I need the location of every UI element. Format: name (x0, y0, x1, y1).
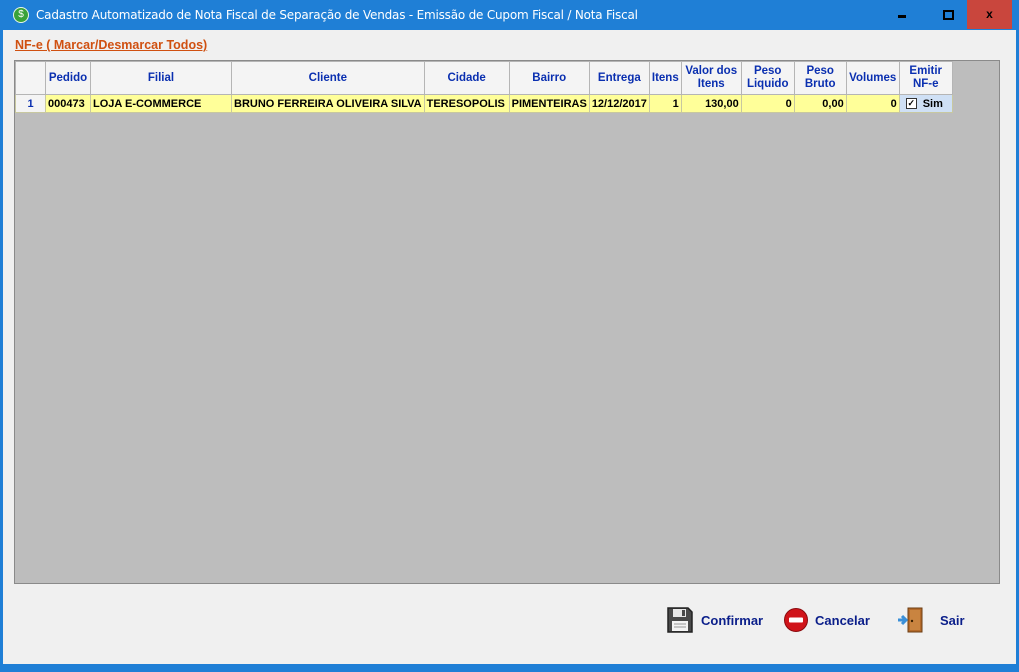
cancel-label: celar (839, 612, 870, 628)
cell-valor[interactable]: 130,00 (680, 94, 742, 113)
no-entry-icon (784, 608, 808, 632)
cell-itens[interactable]: 1 (648, 94, 682, 113)
cancel-label-pre: Ca (815, 612, 832, 628)
col-header-peso-bruto[interactable]: Peso Bruto (793, 61, 847, 95)
cell-cidade[interactable]: TERESOPOLIS (423, 94, 510, 113)
toggle-all-nfe-link[interactable]: NF-e ( Marcar/Desmarcar Todos) (15, 38, 207, 52)
cell-peso-liquido[interactable]: 0 (740, 94, 795, 113)
client-area: NF-e ( Marcar/Desmarcar Todos) Pedido Fi… (3, 30, 1016, 664)
exit-label: air (948, 612, 965, 628)
cell-cliente[interactable]: BRUNO FERREIRA OLIVEIRA SILVA (231, 94, 425, 113)
confirm-accel: C (701, 612, 711, 628)
header-corner (15, 61, 46, 95)
col-header-itens[interactable]: Itens (648, 61, 682, 95)
table-row[interactable]: 1 000473 LOJA E-COMMERCE BRUNO FERREIRA … (15, 94, 953, 113)
col-header-filial[interactable]: Filial (90, 61, 232, 95)
col-header-pedido[interactable]: Pedido (45, 61, 91, 95)
title-bar[interactable]: $ Cadastro Automatizado de Nota Fiscal d… (0, 0, 1019, 30)
cell-bairro[interactable]: PIMENTEIRAS (508, 94, 590, 113)
cell-emitir[interactable]: ✓ Sim (898, 94, 953, 113)
main-window: $ Cadastro Automatizado de Nota Fiscal d… (0, 0, 1019, 672)
close-button[interactable]: x (967, 0, 1012, 29)
emitir-label: Sim (922, 97, 943, 110)
col-header-volumes[interactable]: Volumes (845, 61, 900, 95)
maximize-button[interactable] (925, 0, 971, 29)
cell-peso-bruto[interactable]: 0,00 (793, 94, 847, 113)
confirm-label: onfirmar (710, 612, 764, 628)
cell-pedido[interactable]: 000473 (45, 94, 91, 113)
cell-entrega[interactable]: 12/12/2017 (588, 94, 650, 113)
col-header-entrega[interactable]: Entrega (588, 61, 650, 95)
cancel-accel: n (831, 612, 840, 628)
exit-accel: S (940, 612, 949, 628)
col-header-peso-liquido[interactable]: Peso Liquido (740, 61, 795, 95)
floppy-disk-icon (667, 607, 693, 633)
col-header-cidade[interactable]: Cidade (423, 61, 510, 95)
cancel-button[interactable]: Cancelar (783, 602, 870, 638)
exit-button[interactable]: Sair (896, 602, 965, 638)
col-header-valor[interactable]: Valor dos Itens (680, 61, 742, 95)
row-number: 1 (15, 94, 46, 113)
cell-volumes[interactable]: 0 (845, 94, 900, 113)
orders-grid[interactable]: Pedido Filial Cliente Cidade Bairro Entr… (14, 60, 1000, 584)
exit-door-icon (898, 607, 923, 633)
cell-filial[interactable]: LOJA E-COMMERCE (90, 94, 232, 113)
emitir-checkbox[interactable]: ✓ (905, 98, 917, 110)
minimize-icon (898, 15, 906, 18)
app-icon: $ (13, 7, 29, 23)
close-icon: x (986, 7, 993, 21)
confirm-button[interactable]: Confirmar (665, 602, 763, 638)
minimize-button[interactable] (879, 0, 925, 29)
table-header-row: Pedido Filial Cliente Cidade Bairro Entr… (15, 61, 953, 95)
window-title: Cadastro Automatizado de Nota Fiscal de … (36, 8, 638, 22)
orders-table: Pedido Filial Cliente Cidade Bairro Entr… (15, 61, 953, 113)
col-header-bairro[interactable]: Bairro (508, 61, 590, 95)
col-header-emitir[interactable]: Emitir NF-e (898, 61, 953, 95)
maximize-icon (942, 9, 954, 20)
col-header-cliente[interactable]: Cliente (231, 61, 425, 95)
